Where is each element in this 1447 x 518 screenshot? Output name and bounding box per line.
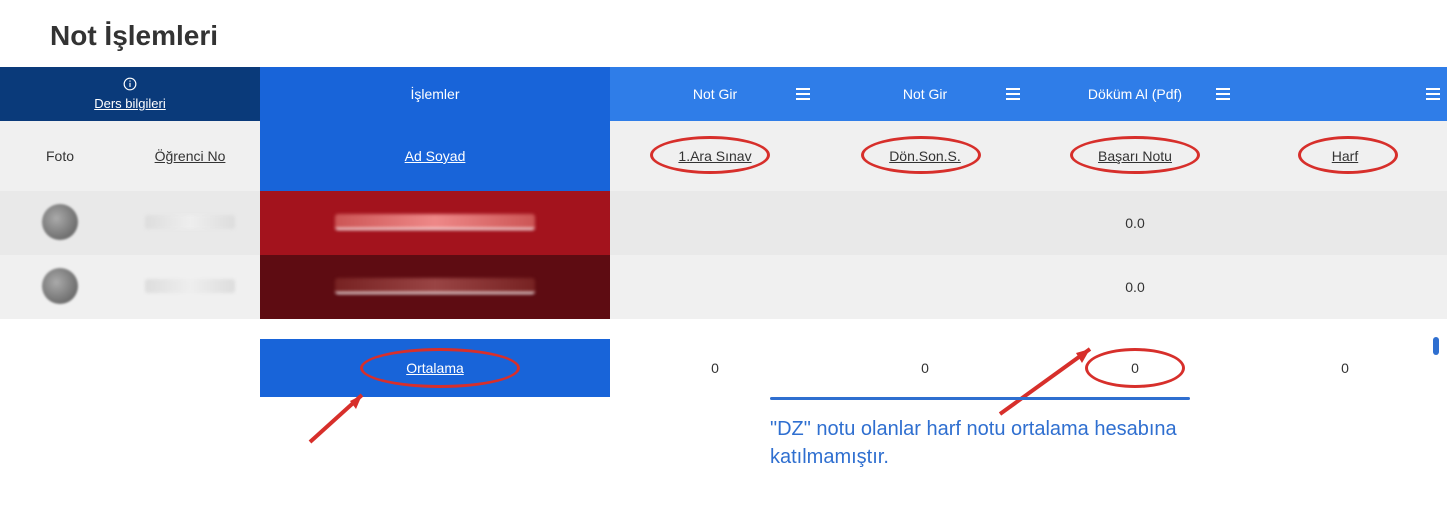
summary-row: Ortalama 0 0 0 0	[0, 339, 1447, 397]
header-harf[interactable]: Harf	[1240, 121, 1447, 191]
cell-ara-sinav	[610, 255, 820, 319]
avatar-cell	[0, 191, 120, 255]
page-title: Not İşlemleri	[0, 0, 1447, 67]
ders-bilgileri-button[interactable]: Ders bilgileri	[0, 67, 260, 121]
cell-harf	[1240, 191, 1447, 255]
cell-basari: 0.0	[1030, 255, 1240, 319]
ogrno-cell	[120, 255, 260, 319]
header-ara-sinav[interactable]: 1.Ara Sınav	[610, 121, 820, 191]
cell-basari: 0.0	[1030, 191, 1240, 255]
sum-harf: 0	[1240, 339, 1447, 397]
ortalama-label: Ortalama	[406, 360, 464, 376]
avatar-cell	[0, 255, 120, 319]
avatar	[42, 204, 78, 240]
sum-ara-sinav: 0	[610, 339, 820, 397]
redacted-text	[145, 215, 235, 229]
header-ogrno[interactable]: Öğrenci No	[120, 121, 260, 191]
cell-don-son	[820, 191, 1030, 255]
not-gir-2-button[interactable]: Not Gir	[820, 67, 1030, 121]
col4-button[interactable]	[1240, 67, 1447, 121]
redacted-text	[145, 279, 235, 293]
menu-icon[interactable]	[1426, 88, 1440, 100]
header-don-son[interactable]: Dön.Son.S.	[820, 121, 1030, 191]
redacted-text	[335, 278, 535, 294]
avatar	[42, 268, 78, 304]
ders-bilgileri-label: Ders bilgileri	[94, 96, 166, 111]
not-gir-1-label: Not Gir	[693, 86, 737, 102]
not-gir-2-label: Not Gir	[903, 86, 947, 102]
grades-table: Ders bilgileri İşlemler Not Gir Not Gir …	[0, 67, 1447, 397]
adsoyad-cell[interactable]	[260, 191, 610, 255]
header-basari-notu[interactable]: Başarı Notu	[1030, 121, 1240, 191]
ogrno-cell	[120, 191, 260, 255]
info-icon	[0, 77, 260, 94]
dokum-al-label: Döküm Al (Pdf)	[1088, 86, 1182, 102]
cell-don-son	[820, 255, 1030, 319]
redacted-text	[335, 214, 535, 230]
menu-icon[interactable]	[796, 88, 810, 100]
annotation-arrow	[300, 387, 390, 452]
header-adsoyad[interactable]: Ad Soyad	[260, 121, 610, 191]
cell-ara-sinav	[610, 191, 820, 255]
menu-icon[interactable]	[1006, 88, 1020, 100]
table-row: 0.0	[0, 191, 1447, 255]
islemler-header: İşlemler	[260, 67, 610, 121]
annotation-arrow	[990, 339, 1110, 424]
menu-icon[interactable]	[1216, 88, 1230, 100]
scroll-indicator	[1433, 337, 1439, 355]
cell-harf	[1240, 255, 1447, 319]
table-row: 0.0	[0, 255, 1447, 319]
not-gir-1-button[interactable]: Not Gir	[610, 67, 820, 121]
annotation-text: "DZ" notu olanlar harf notu ortalama hes…	[770, 415, 1190, 471]
header-foto: Foto	[0, 121, 120, 191]
annotation-underline	[770, 397, 1190, 400]
adsoyad-cell[interactable]	[260, 255, 610, 319]
dokum-al-button[interactable]: Döküm Al (Pdf)	[1030, 67, 1240, 121]
islemler-label: İşlemler	[410, 86, 459, 102]
